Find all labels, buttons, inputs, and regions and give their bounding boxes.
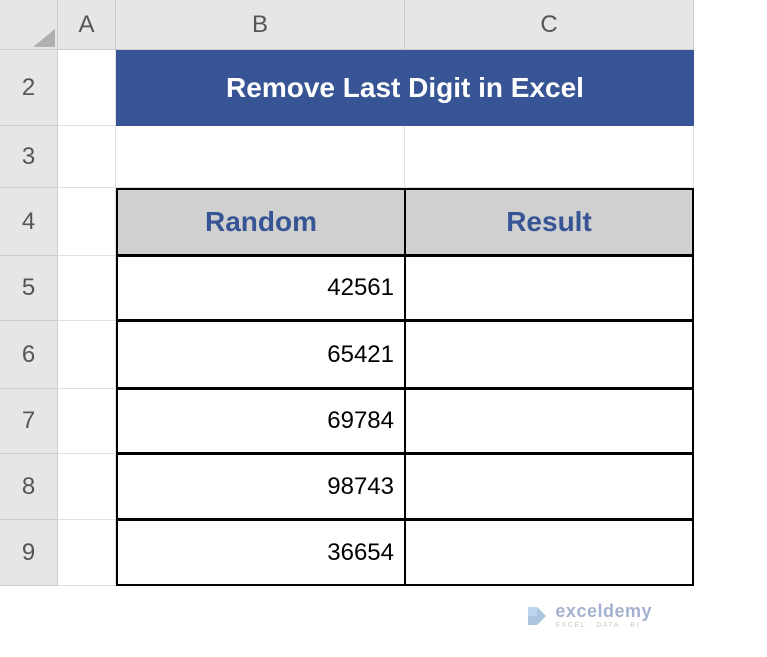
table-header-result[interactable]: Result [405,188,694,256]
watermark-sub: EXCEL · DATA · BI [555,622,652,629]
row-header-7[interactable]: 7 [0,389,58,454]
cell-c6[interactable] [405,321,694,389]
cell-a7[interactable] [58,389,116,454]
cell-c8[interactable] [405,454,694,520]
cell-a2[interactable] [58,50,116,126]
cell-a4[interactable] [58,188,116,256]
watermark-main: exceldemy [555,602,652,620]
cell-c9[interactable] [405,520,694,586]
cell-c5[interactable] [405,256,694,321]
col-header-a[interactable]: A [58,0,116,50]
cell-c3[interactable] [405,126,694,188]
table-header-random[interactable]: Random [116,188,405,256]
cell-a3[interactable] [58,126,116,188]
row-header-5[interactable]: 5 [0,256,58,321]
row-header-8[interactable]: 8 [0,454,58,520]
spreadsheet-grid: A B C 2 Remove Last Digit in Excel 3 4 R… [0,0,767,586]
col-header-b[interactable]: B [116,0,405,50]
cell-b6[interactable]: 65421 [116,321,405,389]
row-header-2[interactable]: 2 [0,50,58,126]
cell-a5[interactable] [58,256,116,321]
cell-b3[interactable] [116,126,405,188]
select-all-corner[interactable] [0,0,58,50]
cell-b5[interactable]: 42561 [116,256,405,321]
col-header-c[interactable]: C [405,0,694,50]
row-header-4[interactable]: 4 [0,188,58,256]
cell-a6[interactable] [58,321,116,389]
row-header-6[interactable]: 6 [0,321,58,389]
row-header-3[interactable]: 3 [0,126,58,188]
watermark: exceldemy EXCEL · DATA · BI [525,602,652,629]
cell-b8[interactable]: 98743 [116,454,405,520]
cell-c7[interactable] [405,389,694,454]
title-banner[interactable]: Remove Last Digit in Excel [116,50,694,126]
watermark-text: exceldemy EXCEL · DATA · BI [555,602,652,629]
cell-a8[interactable] [58,454,116,520]
cell-b7[interactable]: 69784 [116,389,405,454]
watermark-icon [525,604,549,628]
cell-b9[interactable]: 36654 [116,520,405,586]
row-header-9[interactable]: 9 [0,520,58,586]
cell-a9[interactable] [58,520,116,586]
